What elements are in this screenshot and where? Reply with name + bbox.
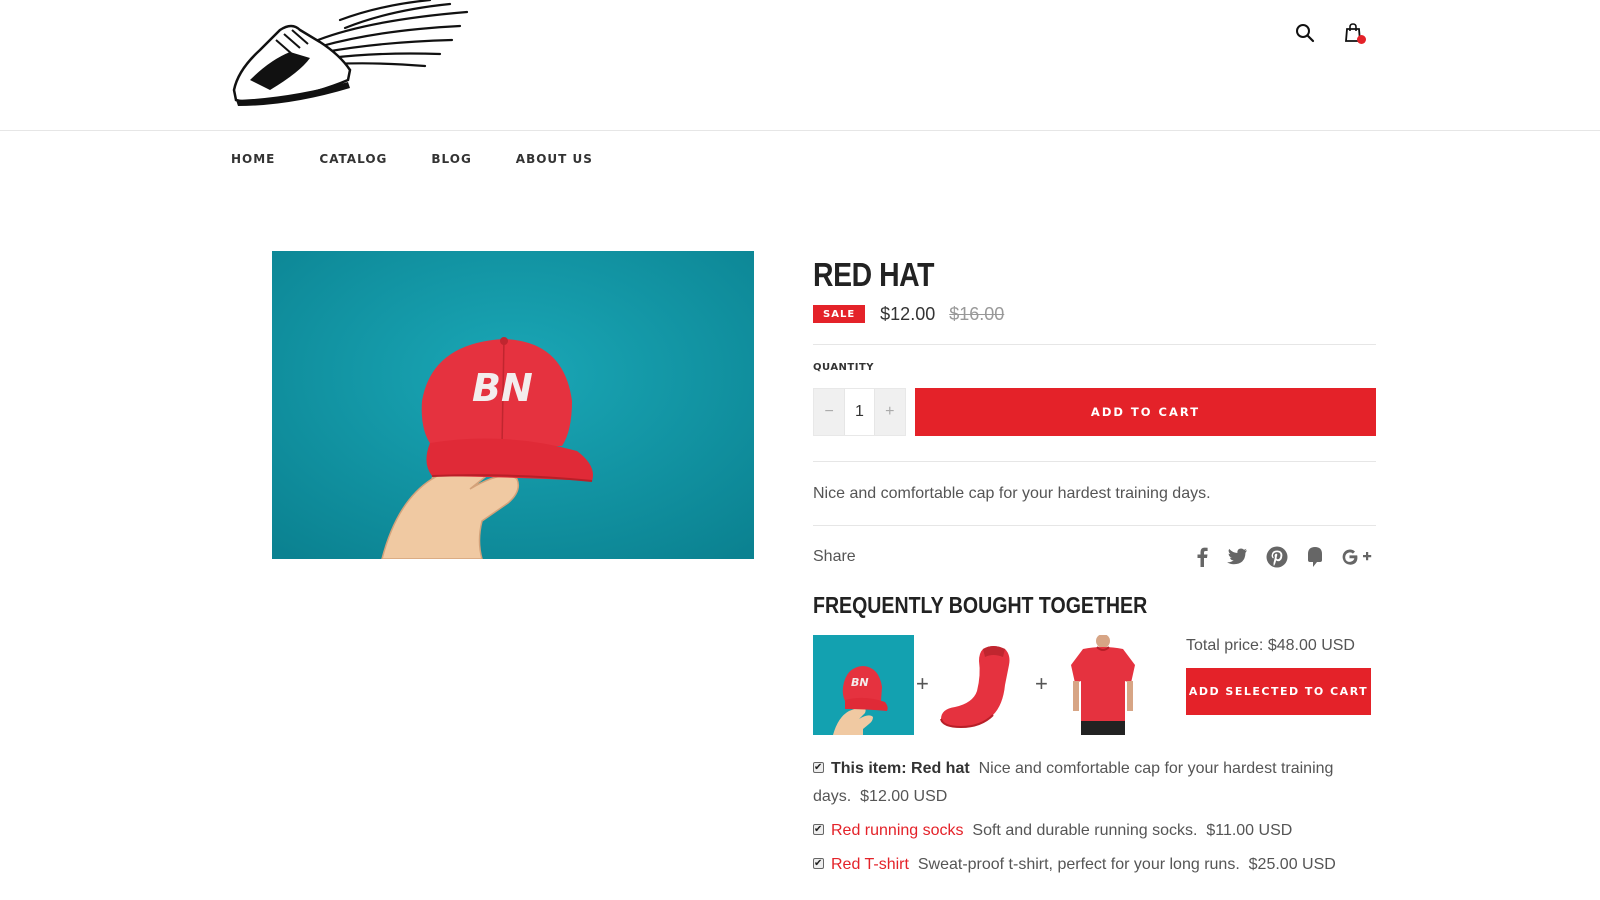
pinterest-icon[interactable] [1266,546,1288,568]
product-image[interactable]: BN [272,251,754,559]
svg-text:BN: BN [851,676,869,689]
share-icons [1196,546,1372,568]
fbt-item-this-label: This item: Red hat [831,760,970,777]
fbt-title: FREQUENTLY BOUGHT TOGETHER [813,592,1148,618]
fbt-item-description: Soft and durable running socks. [972,822,1198,839]
fbt-plus: + [916,671,929,696]
product-info: RED HAT SALE $12.00 $16.00 QUANTITY − 1 … [813,250,1376,885]
fancy-icon[interactable] [1306,546,1324,568]
fbt-item: This item: Red hat Nice and comfortable … [813,754,1376,811]
quantity-input[interactable]: 1 [844,389,875,435]
quantity-minus-button[interactable]: − [814,389,844,435]
fbt-total-price: Total price: $48.00 USD [1186,637,1355,654]
quantity-plus-button[interactable]: + [875,389,905,435]
product-description: Nice and comfortable cap for your hardes… [813,485,1211,502]
quantity-label: QUANTITY [813,362,875,373]
add-selected-to-cart-button[interactable]: ADD SELECTED TO CART [1186,668,1371,715]
fbt-images-row: BN + + Total price: $48.00 USD ADD SELEC… [813,635,1376,735]
site-header [0,0,1600,131]
cart-icon[interactable] [1340,20,1366,46]
fbt-item-price: $12.00 USD [860,788,948,805]
fbt-image-red-tshirt[interactable] [1053,635,1154,735]
fbt-item: Red T-shirt Sweat-proof t-shirt, perfect… [813,850,1376,879]
sale-badge: SALE [813,305,866,323]
divider [813,344,1376,345]
fbt-image-red-socks[interactable] [933,635,1034,735]
add-to-cart-row: − 1 + ADD TO CART [813,388,1376,436]
fbt-item-link-red-tshirt[interactable]: Red T-shirt [831,856,909,873]
svg-text:BN: BN [472,366,533,410]
google-plus-icon[interactable] [1342,547,1372,567]
share-row: Share [813,526,1376,588]
nav-catalog[interactable]: CATALOG [319,152,387,166]
fbt-item-price: $25.00 USD [1248,856,1336,873]
nav-home[interactable]: HOME [231,152,275,166]
twitter-icon[interactable] [1226,548,1248,566]
add-to-cart-button[interactable]: ADD TO CART [915,388,1376,436]
product-title: RED HAT [813,256,935,293]
fbt-plus: + [1035,671,1048,696]
fbt-item-checkbox[interactable] [813,850,824,878]
fbt-item-link-red-running-socks[interactable]: Red running socks [831,822,964,839]
fbt-item-checkbox[interactable] [813,754,824,782]
quantity-stepper: − 1 + [813,388,906,436]
facebook-icon[interactable] [1196,547,1208,567]
winged-shoe-logo[interactable] [230,0,480,108]
fbt-item-checkbox[interactable] [813,816,824,844]
main-nav: HOME CATALOG BLOG ABOUT US [231,152,637,166]
fbt-item: Red running socks Soft and durable runni… [813,816,1376,845]
fbt-image-red-hat[interactable]: BN [813,635,914,735]
price-row: SALE $12.00 $16.00 [813,302,1376,326]
fbt-item-description: Sweat-proof t-shirt, perfect for your lo… [917,856,1240,873]
nav-blog[interactable]: BLOG [431,152,471,166]
search-icon[interactable] [1292,20,1318,46]
cart-count-dot [1357,35,1366,44]
nav-about-us[interactable]: ABOUT US [516,152,593,166]
fbt-list: This item: Red hat Nice and comfortable … [813,754,1376,879]
price: $12.00 [880,303,936,324]
share-label: Share [813,548,856,565]
fbt-item-price: $11.00 USD [1206,822,1293,839]
compare-price: $16.00 [949,303,1005,324]
